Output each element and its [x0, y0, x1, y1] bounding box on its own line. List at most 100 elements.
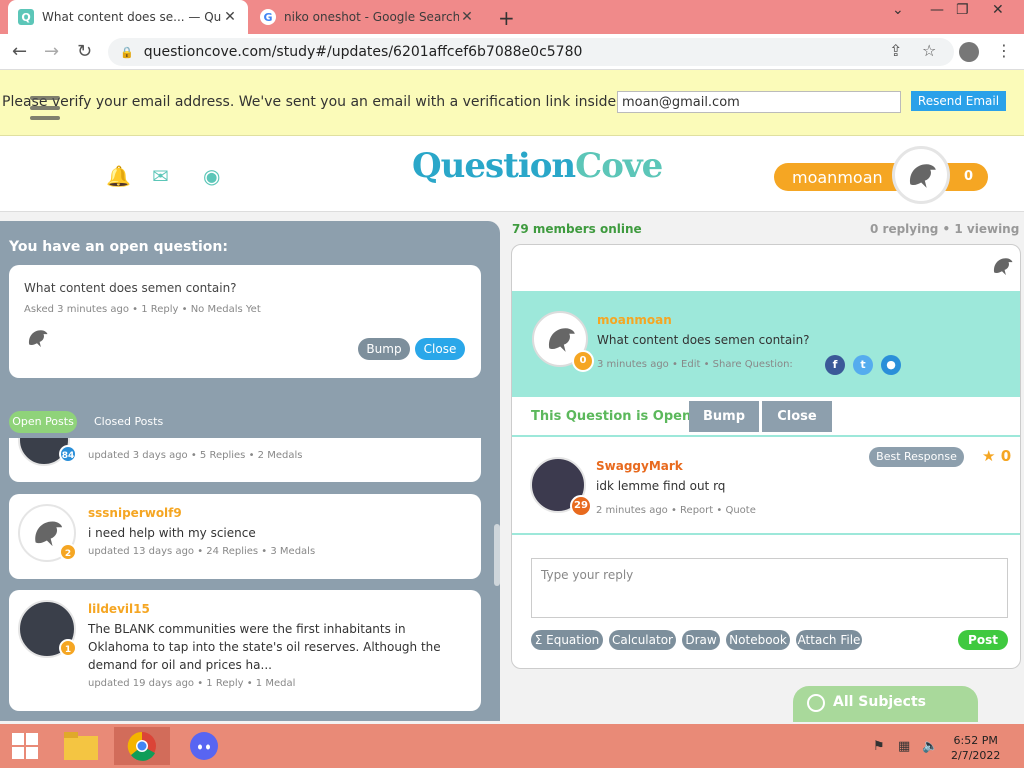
question-status-bar: This Question is Open Bump Close [512, 397, 1020, 437]
attach-file-button[interactable]: Attach File [796, 630, 862, 650]
verify-email-banner: Please verify your email address. We've … [0, 70, 1024, 136]
bump-button[interactable]: Bump [689, 401, 759, 432]
list-item[interactable]: 2 sssniperwolf9 i need help with my scie… [9, 494, 481, 579]
open-question-card[interactable]: What content does semen contain? Asked 3… [9, 265, 481, 378]
level-badge: 84 [59, 445, 77, 463]
minimize-icon[interactable]: — [930, 2, 944, 18]
close-button[interactable]: Close [415, 338, 465, 360]
question-meta: Asked 3 minutes ago • 1 Reply • No Medal… [24, 304, 261, 315]
bump-button[interactable]: Bump [358, 338, 410, 360]
medal-count[interactable]: ★ 0 [982, 447, 1011, 465]
questioncove-logo[interactable]: QuestionCove [412, 146, 663, 186]
list-item[interactable]: 84 updated 3 days ago • 5 Replies • 2 Me… [9, 438, 481, 482]
activity-status: 0 replying • 1 viewing [870, 222, 1020, 236]
post-text: i need help with my science [88, 526, 256, 540]
mail-icon[interactable]: ✉ [152, 164, 169, 188]
equation-button[interactable]: Σ Equation [531, 630, 603, 650]
draw-button[interactable]: Draw [682, 630, 720, 650]
scrollbar-thumb[interactable] [494, 524, 500, 586]
dolphin-avatar-icon [994, 258, 1013, 276]
verify-message: Please verify your email address. We've … [2, 94, 621, 110]
reply-text: idk lemme find out rq [596, 479, 726, 493]
tab-closed-posts[interactable]: Closed Posts [94, 411, 163, 433]
resend-email-button[interactable]: Resend Email [911, 91, 1006, 111]
clock-time: 6:52 PM [953, 734, 998, 747]
question-post: 0 moanmoan What content does semen conta… [512, 291, 1020, 397]
level-badge: 2 [59, 543, 77, 561]
post-button[interactable]: Post [958, 630, 1008, 650]
tab-title: niko oneshot - Google Search [284, 10, 459, 24]
back-icon[interactable]: ← [12, 41, 27, 62]
tab-questioncove[interactable]: Q What content does se... — Quest ✕ [8, 0, 248, 34]
tab-open-posts[interactable]: Open Posts [9, 411, 77, 433]
network-icon[interactable]: ▦ [898, 739, 910, 754]
dolphin-avatar-icon [548, 328, 575, 352]
tab-close-icon[interactable]: ✕ [459, 9, 475, 25]
clock-date: 2/7/2022 [951, 749, 1001, 762]
best-response-button[interactable]: Best Response [869, 447, 964, 467]
questioncove-favicon-icon: Q [18, 9, 34, 25]
subjects-icon [807, 694, 825, 712]
bookmark-star-icon[interactable]: ☆ [922, 41, 936, 60]
bell-icon[interactable]: 🔔 [106, 164, 131, 188]
post-author: sssniperwolf9 [88, 506, 182, 520]
user-score: 0 [964, 169, 974, 184]
user-pill[interactable]: moanmoan 0 [774, 163, 988, 191]
post-meta: updated 19 days ago • 1 Reply • 1 Medal [88, 678, 296, 689]
hamburger-menu-icon[interactable] [30, 96, 60, 120]
share-icon[interactable]: ⇪ [889, 41, 902, 60]
post-meta: updated 3 days ago • 5 Replies • 2 Medal… [88, 450, 303, 461]
system-clock[interactable]: 6:52 PM 2/7/2022 [951, 733, 1000, 763]
reply-author[interactable]: SwaggyMark [596, 459, 683, 473]
question-thread-panel: 0 moanmoan What content does semen conta… [511, 244, 1021, 669]
question-status: This Question is Open [531, 409, 692, 424]
post-meta: updated 13 days ago • 24 Replies • 3 Med… [88, 546, 316, 557]
question-text: What content does semen contain? [597, 333, 810, 347]
twitter-icon[interactable]: t [853, 355, 873, 375]
menu-dots-icon[interactable]: ⋮ [996, 41, 1012, 60]
calculator-button[interactable]: Calculator [609, 630, 676, 650]
question-meta: 3 minutes ago • Edit • Share Question: [597, 359, 793, 370]
profile-icon[interactable]: ◉ [203, 164, 220, 188]
google-favicon-icon: G [260, 9, 276, 25]
browser-toolbar: ← → ↻ 🔒 questioncove.com/study#/updates/… [0, 34, 1024, 70]
level-badge: 29 [570, 495, 592, 517]
browser-tab-strip: Q What content does se... — Quest ✕ G ni… [0, 0, 1024, 34]
reload-icon[interactable]: ↻ [77, 41, 92, 62]
tab-search-chevron-icon[interactable]: ⌄ [892, 2, 904, 18]
post-author: lildevil15 [88, 602, 150, 616]
url-text: questioncove.com/study#/updates/6201affc… [143, 44, 583, 60]
new-tab-icon[interactable]: + [498, 6, 515, 30]
file-explorer-icon[interactable] [53, 727, 109, 765]
tab-close-icon[interactable]: ✕ [222, 9, 238, 25]
tab-title: What content does se... — Quest [42, 10, 222, 24]
window-close-icon[interactable]: ✕ [992, 2, 1004, 18]
user-avatar[interactable] [892, 146, 950, 204]
windows-taskbar: ⚑ ▦ 🔈 6:52 PM 2/7/2022 [0, 724, 1024, 768]
close-button[interactable]: Close [762, 401, 832, 432]
flag-icon[interactable]: ⚑ [873, 739, 885, 754]
share-users-icon[interactable]: ● [881, 355, 901, 375]
discord-icon[interactable] [176, 727, 232, 765]
forward-icon[interactable]: → [44, 41, 59, 62]
volume-icon[interactable]: 🔈 [922, 739, 938, 754]
question-author[interactable]: moanmoan [597, 313, 672, 327]
email-field[interactable] [617, 91, 901, 113]
tab-google-search[interactable]: G niko oneshot - Google Search ✕ [250, 0, 485, 34]
all-subjects-button[interactable]: All Subjects [793, 686, 978, 722]
reply-post: 29 SwaggyMark idk lemme find out rq 2 mi… [512, 439, 1020, 535]
list-item[interactable]: 1 lildevil15 The BLANK communities were … [9, 590, 481, 711]
address-bar[interactable]: 🔒 questioncove.com/study#/updates/6201af… [108, 38, 954, 66]
dolphin-avatar-icon [29, 330, 48, 348]
chrome-profile-icon[interactable] [959, 42, 979, 62]
medal-star-icon: ★ [982, 447, 996, 465]
notebook-button[interactable]: Notebook [726, 630, 790, 650]
open-question-panel: You have an open question: What content … [0, 221, 500, 721]
restore-icon[interactable]: ❐ [956, 2, 969, 18]
reply-input[interactable] [531, 558, 1008, 618]
start-windows-icon[interactable] [0, 727, 50, 765]
username: moanmoan [792, 168, 883, 187]
facebook-icon[interactable]: f [825, 355, 845, 375]
reply-meta: 2 minutes ago • Report • Quote [596, 505, 756, 516]
chrome-taskbar-icon[interactable] [114, 727, 170, 765]
